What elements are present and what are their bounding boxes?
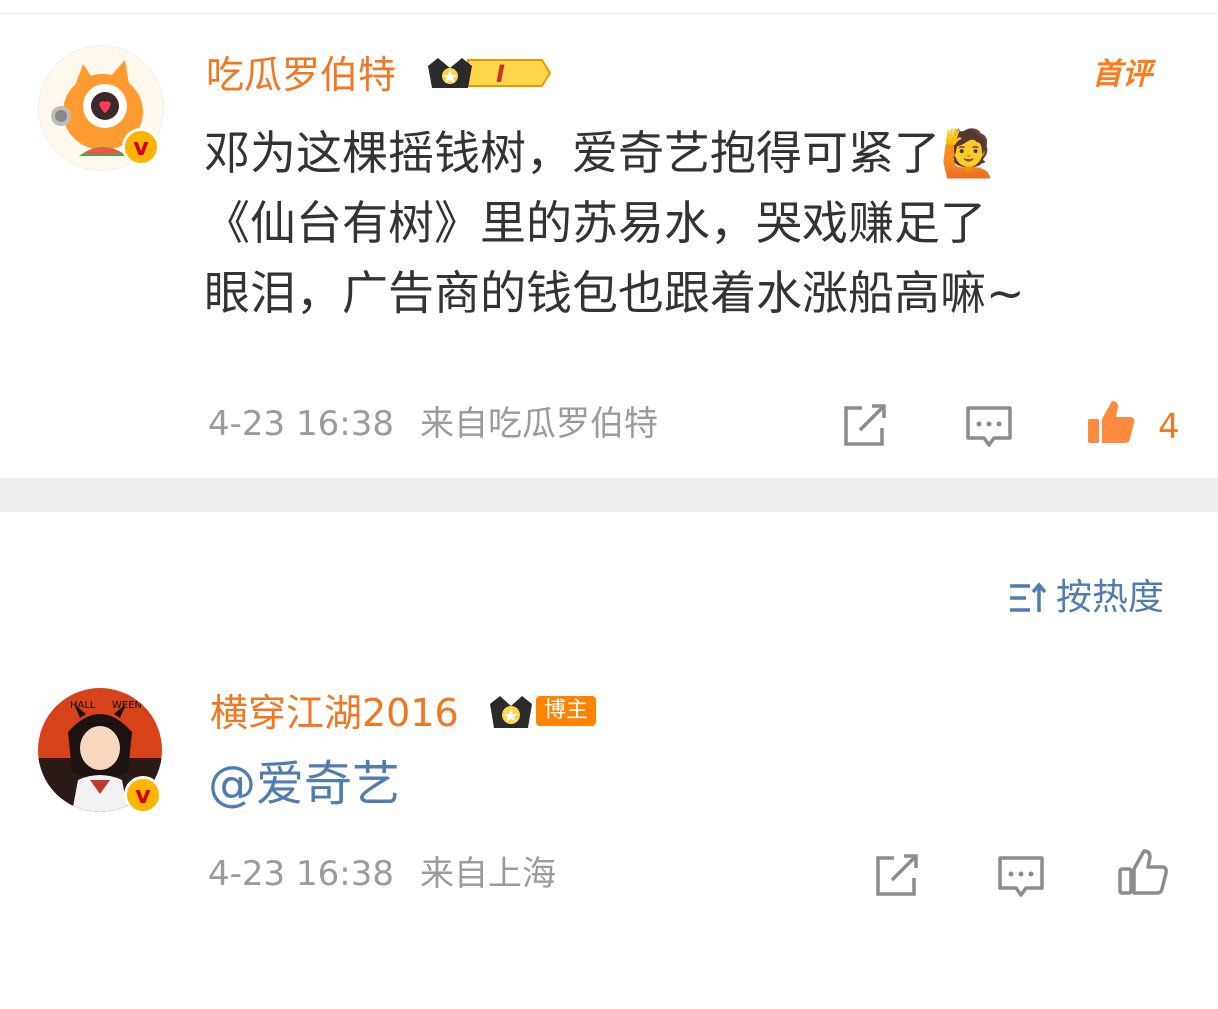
post-username[interactable]: 吃瓜罗伯特 — [206, 56, 396, 94]
like-count: 4 — [1158, 407, 1180, 447]
post-source: 来自吃瓜罗伯特 — [420, 404, 658, 444]
share-icon[interactable] — [840, 400, 890, 450]
crown-icon — [490, 696, 532, 728]
comment-icon[interactable] — [996, 852, 1046, 902]
sort-icon — [1010, 582, 1047, 612]
verified-badge-icon: v — [124, 776, 162, 814]
like-icon[interactable] — [1118, 847, 1168, 897]
svg-text:WEEN: WEEN — [112, 700, 142, 711]
top-divider — [0, 13, 1218, 14]
post-content-line: 眼泪，广告商的钱包也跟着水涨船高嘛~ — [204, 266, 1025, 320]
svg-text:HALL: HALL — [70, 700, 96, 711]
post-content-line: 邓为这棵摇钱树，爱奇艺抱得可紧了🙋 — [204, 126, 998, 180]
share-icon[interactable] — [872, 850, 922, 900]
verified-badge-icon: v — [122, 128, 160, 166]
sort-by-hot-button[interactable]: 按热度 — [1008, 580, 1164, 616]
vip-level-text: I — [496, 60, 505, 88]
comment-timestamp: 4-23 16:38 — [208, 854, 394, 894]
sort-label: 按热度 — [1056, 577, 1165, 618]
comment-icon[interactable] — [964, 402, 1014, 452]
first-comment-badge: 首评 — [1092, 57, 1152, 92]
blogger-tag: 博主 — [536, 696, 597, 726]
like-icon-active[interactable] — [1086, 397, 1136, 447]
post-content-line: 《仙台有树》里的苏易水，哭戏赚足了 — [204, 196, 986, 250]
mention-link[interactable]: @爱奇艺 — [208, 760, 400, 808]
post-content: 邓为这棵摇钱树，爱奇艺抱得可紧了🙋 《仙台有树》里的苏易水，哭戏赚足了 眼泪，广… — [204, 118, 1025, 328]
post-timestamp: 4-23 16:38 — [208, 404, 394, 444]
vip-level-badge: I — [424, 50, 552, 100]
comment-username[interactable]: 横穿江湖2016 — [210, 694, 459, 732]
comment-source: 来自上海 — [420, 854, 556, 894]
section-divider — [0, 478, 1218, 512]
blogger-badge: 博主 — [486, 690, 597, 732]
